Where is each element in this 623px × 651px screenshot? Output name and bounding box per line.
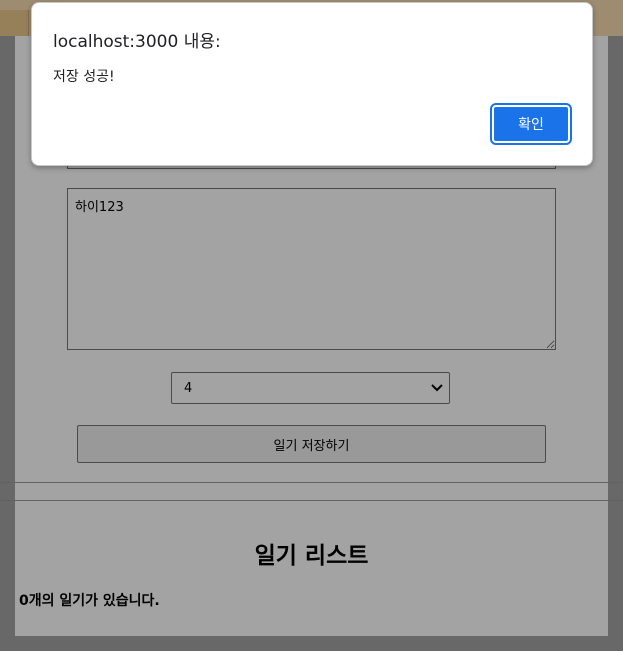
ok-button[interactable]: 확인 [490, 103, 572, 145]
dialog-message: 저장 성공! [53, 69, 115, 85]
dialog-title: localhost:3000 내용: [53, 32, 221, 52]
alert-dialog: localhost:3000 내용: 저장 성공! 확인 [31, 2, 593, 166]
